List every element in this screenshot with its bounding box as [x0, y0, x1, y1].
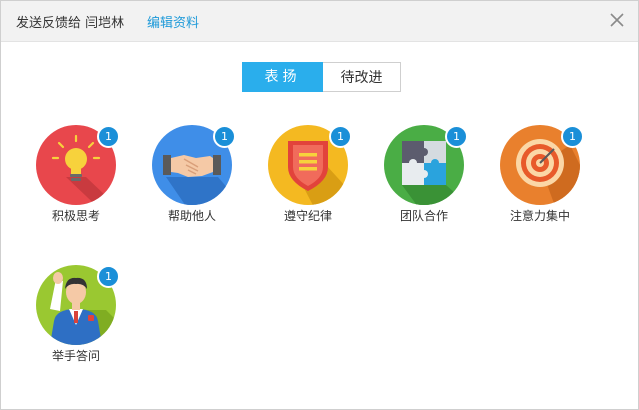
- edit-profile-link[interactable]: 编辑资料: [147, 12, 199, 31]
- badge-label: 团队合作: [399, 209, 448, 223]
- badge-count: 1: [213, 125, 236, 148]
- feedback-dialog: 发送反馈给 闫垲林 编辑资料 表扬 待改进 1 积极思考 1 帮助他人 1 遵守…: [0, 0, 639, 410]
- badge-label: 积极思考: [51, 209, 100, 223]
- badge-count: 1: [561, 125, 584, 148]
- badge-label: 遵守纪律: [283, 209, 332, 223]
- tab-needs-improvement[interactable]: 待改进: [323, 62, 401, 92]
- badge-helping-others[interactable]: 1 帮助他人: [137, 125, 247, 235]
- badge-label: 注意力集中: [509, 209, 570, 223]
- dialog-header: 发送反馈给 闫垲林 编辑资料: [1, 1, 638, 42]
- tab-praise[interactable]: 表扬: [242, 62, 323, 92]
- badge-count: 1: [97, 125, 120, 148]
- dialog-title: 发送反馈给 闫垲林: [16, 16, 125, 31]
- close-icon[interactable]: [608, 11, 626, 29]
- badge-discipline[interactable]: 1 遵守纪律: [253, 125, 363, 235]
- badge-focus[interactable]: 1 注意力集中: [485, 125, 595, 235]
- badge-count: 1: [329, 125, 352, 148]
- badge-teamwork[interactable]: 1 团队合作: [369, 125, 479, 235]
- badge-raise-hand[interactable]: 1 举手答问: [21, 265, 131, 375]
- badge-positive-thinking[interactable]: 1 积极思考: [21, 125, 131, 235]
- badge-count: 1: [445, 125, 468, 148]
- badge-label: 帮助他人: [167, 209, 216, 223]
- badge-count: 1: [97, 265, 120, 288]
- badge-label: 举手答问: [51, 349, 100, 363]
